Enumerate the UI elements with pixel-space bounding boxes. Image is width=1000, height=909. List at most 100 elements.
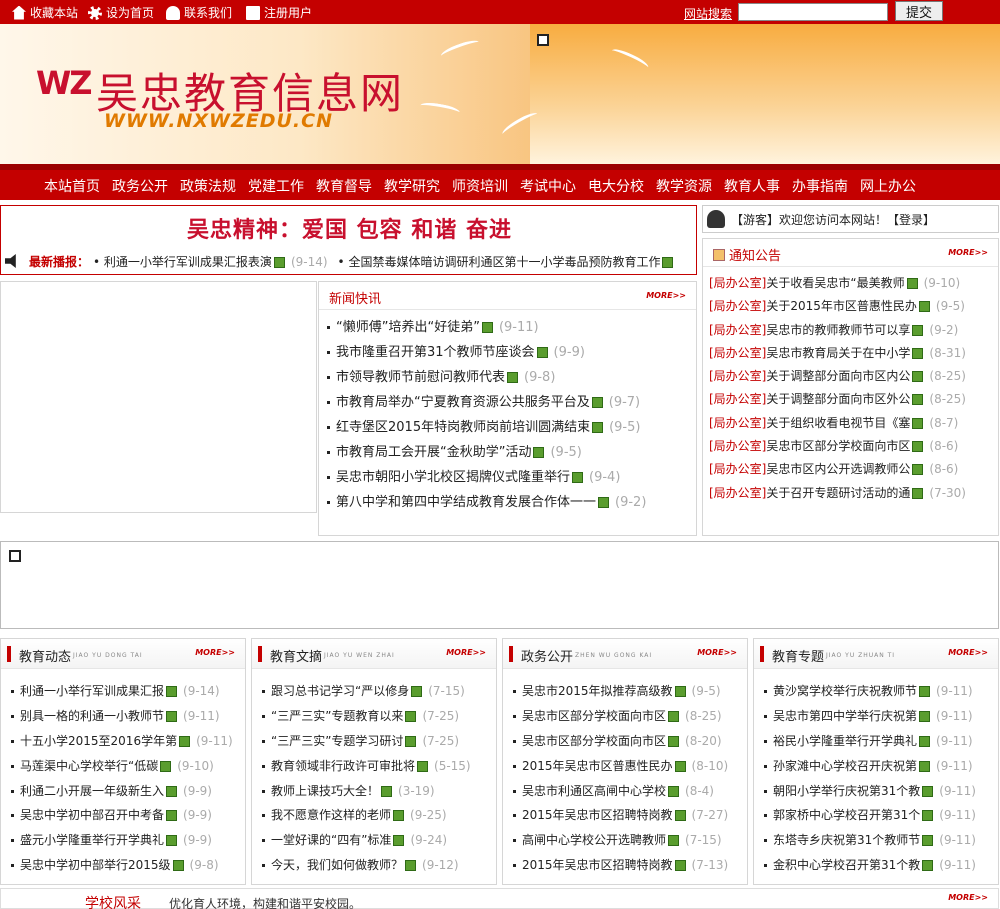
new-icon xyxy=(919,735,931,747)
list-item[interactable]: 我不愿意作这样的老师 (9-25) xyxy=(260,803,492,828)
notice-date: (8-31) xyxy=(929,345,966,360)
more-link[interactable]: MORE>> xyxy=(697,648,737,657)
site-logo[interactable]: WZ xyxy=(36,64,92,102)
ticker-item[interactable]: • 全国禁毒媒体暗访调研利通区第十一小学毒品预防教育工作 xyxy=(338,253,676,270)
list-item[interactable]: 今天，我们如何做教师？ (9-12) xyxy=(260,853,492,878)
list-item[interactable]: 郭家桥中心学校召开第31个 (9-11) xyxy=(762,803,994,828)
list-item[interactable]: 吴忠市区部分学校面向市区 (8-25) xyxy=(511,704,743,729)
search-input[interactable] xyxy=(738,3,888,21)
notice-category: [局办公室] xyxy=(709,299,767,314)
list-item[interactable]: 一堂好课的“四有”标准 (9-24) xyxy=(260,828,492,853)
list-item[interactable]: 利通一小举行军训成果汇报 (9-14) xyxy=(9,679,241,704)
notice-item[interactable]: [局办公室]吴忠市区内公开选调教师公 (8-6) xyxy=(709,458,994,481)
news-item[interactable]: 红寺堡区2015年特岗教师岗前培训圆满结束 (9-5) xyxy=(325,415,693,440)
list-item[interactable]: 吴忠市区部分学校面向市区 (8-20) xyxy=(511,729,743,754)
school-showcase: 学校风采 优化育人环境，构建和谐平安校园。 MORE>> xyxy=(0,888,999,909)
item-date: (7-27) xyxy=(691,808,729,823)
list-item[interactable]: 吴忠中学初中部召开中考备 (9-9) xyxy=(9,803,241,828)
list-item[interactable]: 吴忠中学初中部举行2015级 (9-8) xyxy=(9,853,241,878)
news-item[interactable]: “懒师傅”培养出“好徒弟” (9-11) xyxy=(325,315,693,340)
news-item[interactable]: 吴忠市朝阳小学北校区揭牌仪式隆重举行 (9-4) xyxy=(325,465,693,490)
list-item[interactable]: 马莲渠中心学校举行“低碳 (9-10) xyxy=(9,754,241,779)
list-item[interactable]: 吴忠市2015年拟推荐高级教 (9-5) xyxy=(511,679,743,704)
list-item[interactable]: 黄沙窝学校举行庆祝教师节 (9-11) xyxy=(762,679,994,704)
list-item[interactable]: 金积中心学校召开第31个教 (9-11) xyxy=(762,853,994,878)
bullet-icon xyxy=(327,476,330,479)
gear-icon xyxy=(88,5,102,20)
set-homepage-link[interactable]: 设为首页 xyxy=(88,4,154,21)
list-item[interactable]: 别具一格的利通一小教师节 (9-11) xyxy=(9,704,241,729)
list-item[interactable]: 2015年吴忠市区招聘特岗教 (7-13) xyxy=(511,853,743,878)
news-item[interactable]: 第八中学和第四中学结成教育发展合作体一一 (9-2) xyxy=(325,490,693,515)
nav-item[interactable]: 办事指南 xyxy=(786,176,854,196)
news-item[interactable]: 市教育局举办“宁夏教育资源公共服务平台及 (9-7) xyxy=(325,390,693,415)
item-date: (9-11) xyxy=(196,733,233,748)
news-item[interactable]: 我市隆重召开第31个教师节座谈会 (9-9) xyxy=(325,340,693,365)
nav-item[interactable]: 教学研究 xyxy=(378,176,446,196)
contact-link[interactable]: 联系我们 xyxy=(166,4,232,21)
more-link[interactable]: MORE>> xyxy=(948,248,988,257)
bookmark-link[interactable]: 收藏本站 xyxy=(12,4,78,21)
list-item[interactable]: 吴忠市利通区高闸中心学校 (8-4) xyxy=(511,779,743,804)
more-link[interactable]: MORE>> xyxy=(948,648,988,657)
ticker-label: 最新播报： xyxy=(29,254,90,269)
nav-item[interactable]: 政务公开 xyxy=(106,176,174,196)
nav-item[interactable]: 教育人事 xyxy=(718,176,786,196)
more-link[interactable]: MORE>> xyxy=(646,291,686,300)
speaker-icon xyxy=(5,254,16,268)
new-icon xyxy=(674,760,686,772)
panel-title: 政务公开 xyxy=(521,650,574,665)
bullet-icon xyxy=(764,764,767,768)
item-title: 黄沙窝学校举行庆祝教师节 xyxy=(773,684,918,698)
notice-item[interactable]: [局办公室]吴忠市教育局关于在中小学 (8-31) xyxy=(709,342,994,365)
image-slideshow[interactable] xyxy=(0,281,317,513)
register-link[interactable]: 注册用户 xyxy=(246,4,312,21)
nav-item[interactable]: 政策法规 xyxy=(174,176,242,196)
notice-item[interactable]: [局办公室]关于召开专题研讨活动的通 (7-30) xyxy=(709,482,994,505)
more-link[interactable]: MORE>> xyxy=(195,648,235,657)
notice-item[interactable]: [局办公室]吴忠市区部分学校面向市区 (8-6) xyxy=(709,435,994,458)
nav-item[interactable]: 考试中心 xyxy=(514,176,582,196)
news-item[interactable]: 市教育局工会开展“金秋助学”活动 (9-5) xyxy=(325,440,693,465)
list-item[interactable]: 十五小学2015至2016学年第 (9-11) xyxy=(9,729,241,754)
list-item[interactable]: 2015年吴忠市区普惠性民办 (8-10) xyxy=(511,754,743,779)
list-item[interactable]: 2015年吴忠市区招聘特岗教 (7-27) xyxy=(511,803,743,828)
list-item[interactable]: 东塔寺乡庆祝第31个教师节 (9-11) xyxy=(762,828,994,853)
bullet-icon xyxy=(764,690,767,693)
notice-item[interactable]: [局办公室]关于2015年市区普惠性民办 (9-5) xyxy=(709,295,994,318)
nav-item[interactable]: 师资培训 xyxy=(446,176,514,196)
nav-item[interactable]: 网上办公 xyxy=(854,176,922,196)
list-item[interactable]: “三严三实”专题学习研讨 (7-25) xyxy=(260,729,492,754)
list-item[interactable]: 朝阳小学举行庆祝第31个教 (9-11) xyxy=(762,779,994,804)
item-date: (9-24) xyxy=(410,833,448,848)
nav-item[interactable]: 教学资源 xyxy=(650,176,718,196)
notice-item[interactable]: [局办公室]关于调整部分面向市区外公 (8-25) xyxy=(709,388,994,411)
bullet-icon xyxy=(513,864,516,868)
nav-item[interactable]: 党建工作 xyxy=(242,176,310,196)
item-date: (8-20) xyxy=(685,733,722,748)
list-item[interactable]: 盛元小学隆重举行开学典礼 (9-9) xyxy=(9,828,241,853)
visitor-text[interactable]: 【游客】欢迎您访问本网站！【登录】 xyxy=(731,211,935,228)
news-item[interactable]: 市领导教师节前慰问教师代表 (9-8) xyxy=(325,365,693,390)
list-item[interactable]: 跟习总书记学习“严以修身 (7-15) xyxy=(260,679,492,704)
notice-item[interactable]: [局办公室]吴忠市的教师教师节可以享 (9-2) xyxy=(709,319,994,342)
list-item[interactable]: 吴忠市第四中学举行庆祝第 (9-11) xyxy=(762,704,994,729)
nav-item[interactable]: 教育督导 xyxy=(310,176,378,196)
search-submit-button[interactable]: 提交 xyxy=(895,1,943,21)
list-item[interactable]: 裕民小学隆重举行开学典礼 (9-11) xyxy=(762,729,994,754)
notice-item[interactable]: [局办公室]关于组织收看电视节目《塞 (8-7) xyxy=(709,412,994,435)
list-item[interactable]: 教育领域非行政许可审批将 (5-15) xyxy=(260,754,492,779)
nav-item[interactable]: 电大分校 xyxy=(582,176,650,196)
nav-item[interactable]: 本站首页 xyxy=(38,176,106,196)
notice-item[interactable]: [局办公室]关于调整部分面向市区内公 (8-25) xyxy=(709,365,994,388)
item-date: (7-15) xyxy=(428,684,465,698)
notice-item[interactable]: [局办公室]关于收看吴忠市“最美教师 (9-10) xyxy=(709,272,994,295)
more-link[interactable]: MORE>> xyxy=(948,893,988,902)
ticker-item[interactable]: • 利通一小举行军训成果汇报表演 (9-14) xyxy=(93,253,328,270)
list-item[interactable]: 孙家滩中心学校召开庆祝第 (9-11) xyxy=(762,754,994,779)
list-item[interactable]: 利通二小开展一年级新生入 (9-9) xyxy=(9,779,241,804)
list-item[interactable]: “三严三实”专题教育以来 (7-25) xyxy=(260,704,492,729)
list-item[interactable]: 教师上课技巧大全！ (3-19) xyxy=(260,779,492,804)
more-link[interactable]: MORE>> xyxy=(446,648,486,657)
list-item[interactable]: 高闸中心学校公开选聘教师 (7-15) xyxy=(511,828,743,853)
